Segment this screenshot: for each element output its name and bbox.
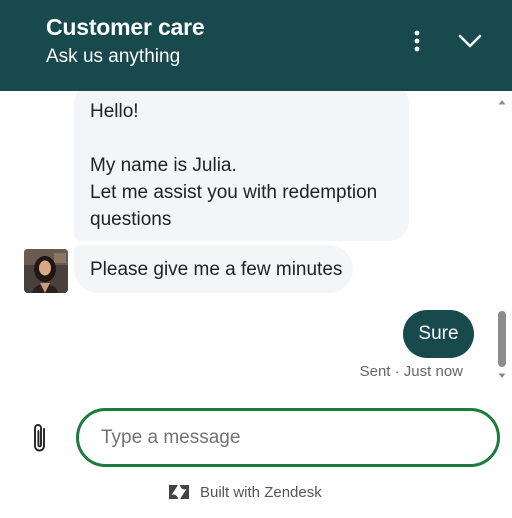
header-subtitle: Ask us anything — [46, 46, 181, 67]
user-message-bubble: Sure — [403, 310, 474, 358]
agent-message-bubble: Please give me a few minutes — [74, 245, 353, 293]
more-vertical-icon — [414, 30, 420, 52]
message-spacer — [90, 125, 393, 152]
attach-file-button[interactable] — [24, 418, 56, 458]
message-input[interactable] — [101, 425, 481, 451]
chevron-down-icon — [458, 34, 482, 48]
message-scrollbar[interactable] — [496, 95, 508, 385]
message-line: questions — [90, 209, 172, 230]
message-receipt: Sent · Just now — [359, 363, 463, 380]
zendesk-logo-icon — [169, 485, 189, 499]
zendesk-branding-link[interactable]: Built with Zendesk — [168, 481, 322, 503]
scroll-up-arrow-icon[interactable] — [496, 97, 508, 107]
chat-widget: Customer care Ask us anything Hello! My … — [0, 0, 512, 518]
message-input-container[interactable] — [76, 408, 500, 467]
message-line: Let me assist you with redemption — [90, 182, 378, 203]
branding-text: Built with Zendesk — [200, 483, 322, 501]
agent-avatar-image — [24, 249, 68, 293]
header-title: Customer care — [46, 14, 205, 40]
scroll-down-arrow-icon[interactable] — [496, 371, 508, 381]
agent-message-bubble: Hello! My name is Julia. Let me assist y… — [74, 91, 409, 241]
minimize-button[interactable] — [452, 24, 488, 58]
user-message-text: Sure — [418, 323, 459, 344]
chat-header: Customer care Ask us anything — [0, 0, 512, 91]
options-menu-button[interactable] — [402, 24, 432, 58]
paperclip-icon — [34, 424, 45, 452]
scrollbar-thumb[interactable] — [498, 311, 506, 367]
message-log[interactable]: Hello! My name is Julia. Let me assist y… — [0, 91, 512, 391]
message-line: Hello! — [90, 101, 139, 122]
message-line: My name is Julia. — [90, 155, 237, 176]
agent-avatar — [24, 249, 68, 293]
